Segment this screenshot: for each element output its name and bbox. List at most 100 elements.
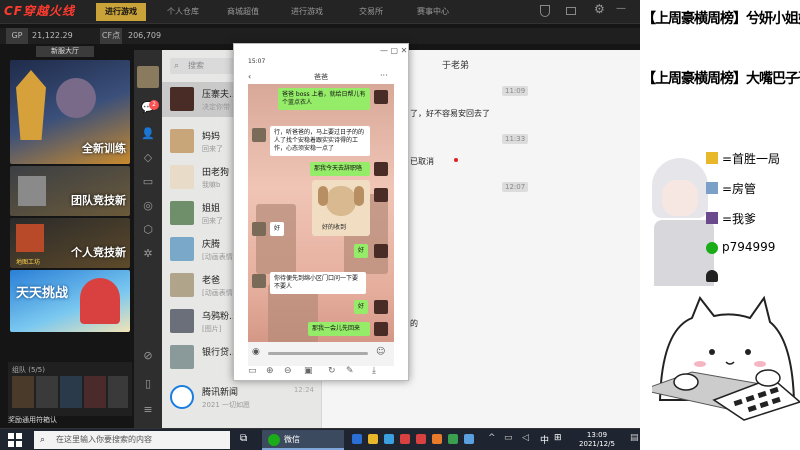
reward-bar[interactable]: 奖励通用符箱认 — [8, 414, 132, 426]
tray-chevron-icon[interactable]: ^ — [488, 433, 496, 443]
folder-icon[interactable] — [368, 434, 378, 444]
list-item[interactable]: 腾讯新闻 2021 一切如愿 12:24 — [162, 380, 322, 415]
teammate-slot[interactable] — [60, 376, 82, 408]
search-icon: ⌕ — [174, 61, 180, 71]
workshop-image — [16, 224, 44, 252]
edit-icon[interactable]: ✎ — [346, 366, 354, 376]
minimize-icon[interactable]: — — [616, 3, 626, 14]
sender-avatar — [374, 188, 388, 202]
nav-play-button[interactable]: 进行游戏 — [96, 3, 146, 21]
avatar — [170, 345, 194, 369]
taskbar-clock[interactable]: 13:09 2021/12/5 — [566, 431, 628, 449]
poster-title: 全新训练 — [82, 142, 126, 155]
medal-icon — [706, 152, 718, 164]
chat-bubble: 你待便先到绵小区门口问一下要不要人 — [270, 272, 366, 294]
teammate-slot[interactable] — [12, 376, 34, 408]
avatar — [170, 87, 194, 111]
chat-text: 的 — [410, 319, 418, 328]
user-avatar[interactable] — [137, 66, 159, 88]
channels-icon[interactable]: ✲ — [140, 246, 156, 262]
nav-shop[interactable]: 商城超值 — [220, 3, 266, 21]
task-view-icon[interactable]: ⧉ — [240, 433, 247, 444]
download-icon[interactable]: ⤓ — [372, 366, 376, 376]
voice-icon[interactable]: ◉ — [252, 347, 260, 357]
legend-text: =房管 — [722, 182, 757, 196]
more-icon[interactable]: ··· — [380, 71, 388, 80]
nav-events[interactable]: 赛事中心 — [410, 3, 456, 21]
avatar — [170, 309, 194, 333]
input-field[interactable] — [268, 352, 368, 355]
poster-challenge[interactable]: 天天挑战 — [10, 270, 130, 332]
phone-input-bar[interactable]: ◉ ☺ — [248, 342, 394, 366]
poster-solo[interactable]: 个人竞技新 地图工坊 — [10, 218, 130, 268]
poster-team[interactable]: 团队竞技新 — [10, 166, 130, 216]
chat-bubble: 好 — [354, 300, 369, 314]
rotate-icon[interactable]: ↻ — [328, 366, 336, 376]
nav-trade[interactable]: 交易所 — [348, 3, 394, 21]
taskbar-app-label: 微信 — [284, 435, 300, 444]
miniprogram-icon[interactable]: ⬡ — [140, 222, 156, 238]
notification-icon[interactable]: ▤ — [630, 433, 639, 443]
chat-bubble: 那我一会儿先回来 — [308, 322, 370, 336]
clock-time: 13:09 — [586, 431, 608, 439]
app-icon[interactable] — [432, 434, 442, 444]
back-icon[interactable]: ‹ — [248, 72, 251, 81]
lobby-tag[interactable]: 新服大厅 — [36, 46, 94, 57]
app-icon[interactable] — [416, 434, 426, 444]
weekly-rank-line: 【上周豪横周榜】大嘴巴子哥 — [642, 71, 800, 87]
poster-training[interactable]: 全新训练 — [10, 60, 130, 164]
sender-avatar — [374, 244, 388, 258]
menu-icon[interactable]: ≡ — [140, 402, 156, 418]
gp-label: GP — [6, 28, 28, 44]
app-icon[interactable] — [352, 434, 362, 444]
wechat-icon — [268, 434, 280, 446]
teammate-slot[interactable] — [84, 376, 106, 408]
taskbar-wechat-button[interactable]: 微信 — [262, 430, 344, 450]
window-controls[interactable]: — ▢ ✕ — [380, 46, 407, 55]
last-message: 回来了 — [202, 217, 223, 225]
status-time: 15:07 — [248, 58, 266, 65]
app-icon[interactable] — [448, 434, 458, 444]
currency-bar: GP 21,122.29 CF点 206,709 — [0, 28, 640, 44]
last-message: 回来了 — [202, 145, 223, 153]
phone-icon[interactable]: ▯ — [140, 376, 156, 392]
zoom-out-icon[interactable]: ⊖ — [284, 366, 292, 376]
moments-icon[interactable]: ◎ — [140, 198, 156, 214]
emoji-icon[interactable]: ☺ — [376, 347, 385, 357]
nav-warehouse[interactable]: 个人仓库 — [160, 3, 206, 21]
screen-icon[interactable]: ▭ — [248, 366, 257, 376]
zoom-in-icon[interactable]: ⊕ — [266, 366, 274, 376]
volume-icon[interactable]: ◁ — [522, 433, 529, 443]
teammate-slot[interactable] — [108, 376, 128, 408]
taskbar-search-input[interactable]: 在这里输入你要搜索的内容 — [34, 431, 230, 449]
chat-text: 了，好不容易安回去了 — [410, 109, 490, 118]
network-icon[interactable]: ▭ — [504, 433, 513, 443]
nav-game[interactable]: 进行游戏 — [284, 3, 330, 21]
phone-chat-area: 爸爸 boss 上着，就给日帮儿有个蓝点衣人 行，听爸爸的，马上要过日子的的人了… — [248, 84, 394, 366]
mail-icon[interactable] — [566, 7, 576, 15]
ime-icon[interactable]: ⊞ — [554, 433, 562, 443]
trophy-icon — [16, 70, 46, 140]
folder-icon[interactable]: ▭ — [140, 174, 156, 190]
windows-start-icon[interactable] — [8, 433, 22, 447]
receiver-avatar — [252, 128, 266, 142]
last-message: [图片] — [202, 325, 222, 333]
poster-sub: 地图工坊 — [16, 259, 41, 266]
contact-name: 姐姐 — [202, 204, 221, 214]
phone-mirror-window: — ▢ ✕ 15:07 ‹ 爸爸 ··· 爸爸 boss 上着，就给日帮儿有个蓝… — [233, 43, 409, 381]
contacts-icon[interactable]: 👤 — [140, 126, 156, 142]
receiver-avatar — [252, 222, 266, 236]
miniprogram-icon[interactable]: ⊘ — [140, 348, 156, 364]
weekly-rank-line: 【上周豪横周榜】兮妍小姐姐 — [642, 11, 800, 27]
settings-icon[interactable]: ⚙ — [594, 2, 605, 16]
ime-indicator[interactable]: 中 — [540, 433, 549, 446]
app-icon[interactable] — [400, 434, 410, 444]
teammate-slot[interactable] — [36, 376, 58, 408]
sticker-caption: 好的收到 — [322, 224, 347, 231]
app-icon[interactable] — [384, 434, 394, 444]
favorites-icon[interactable]: ◇ — [140, 150, 156, 166]
fit-icon[interactable]: ▣ — [304, 366, 313, 376]
avatar — [170, 201, 194, 225]
shield-icon[interactable] — [540, 5, 550, 17]
app-icon[interactable] — [464, 434, 474, 444]
